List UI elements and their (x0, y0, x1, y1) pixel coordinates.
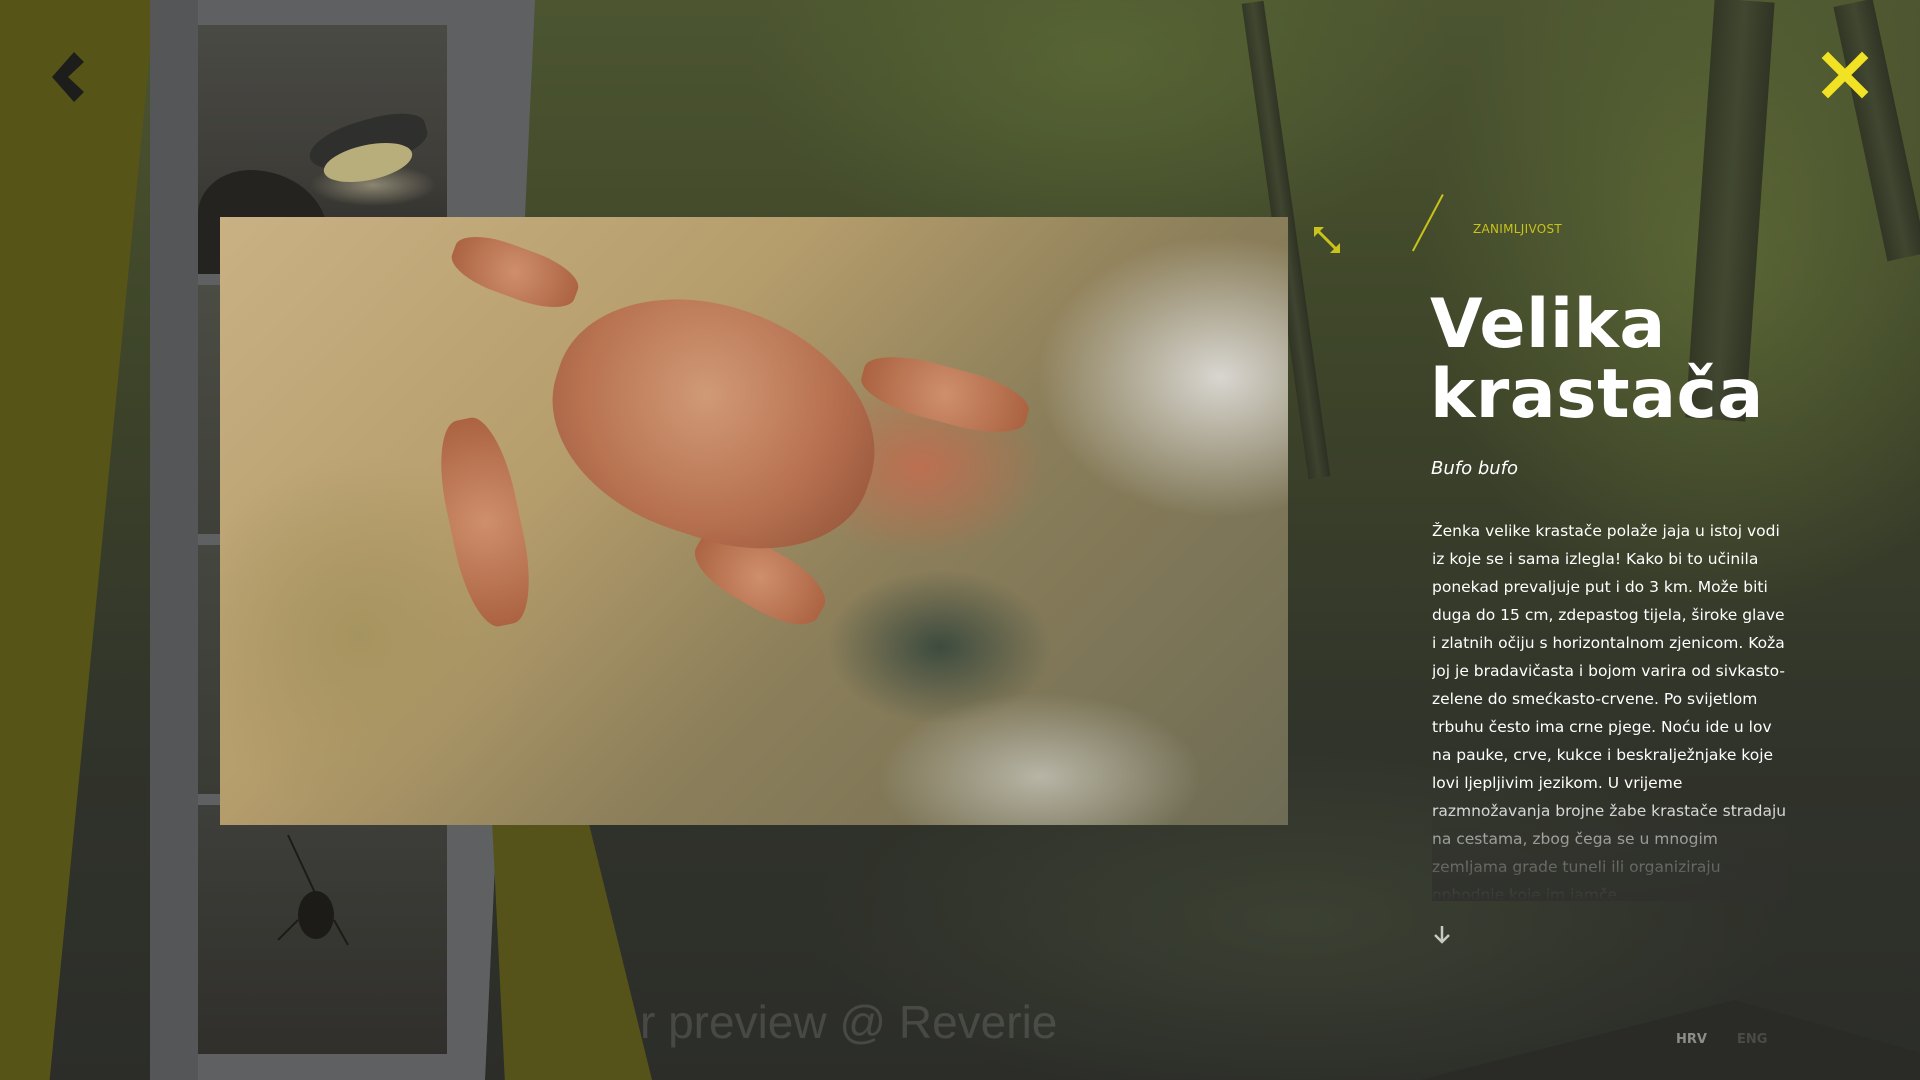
latin-name: Bufo bufo (1431, 458, 1519, 479)
expand-button[interactable] (1314, 227, 1340, 253)
toad-body (522, 261, 908, 583)
back-button[interactable] (50, 52, 90, 102)
category-label: ZANIMLJIVOST (1473, 222, 1563, 236)
gallery-thumbnail[interactable] (198, 805, 447, 1054)
toad-leg (428, 412, 542, 632)
watermark-text: r preview @ Reverie (640, 996, 1058, 1048)
scroll-down-button[interactable] (1432, 925, 1452, 945)
toad-leg (445, 226, 585, 318)
main-photo (220, 217, 1288, 825)
expand-arrows-icon (1314, 227, 1340, 253)
language-hrv-button[interactable]: HRV (1676, 1032, 1707, 1047)
article-title: Velika krastača (1430, 285, 1764, 434)
toad-leg (855, 345, 1035, 444)
insect-shape (277, 834, 349, 946)
description-fade (1432, 791, 1787, 901)
close-x-icon (1821, 51, 1869, 99)
description-scroll-area[interactable]: Ženka velike krastače polaže jaja u isto… (1432, 517, 1787, 901)
chevron-left-icon (52, 52, 84, 102)
language-eng-button[interactable]: ENG (1737, 1032, 1767, 1047)
arrow-down-icon (1434, 926, 1450, 944)
close-button[interactable] (1820, 50, 1870, 100)
